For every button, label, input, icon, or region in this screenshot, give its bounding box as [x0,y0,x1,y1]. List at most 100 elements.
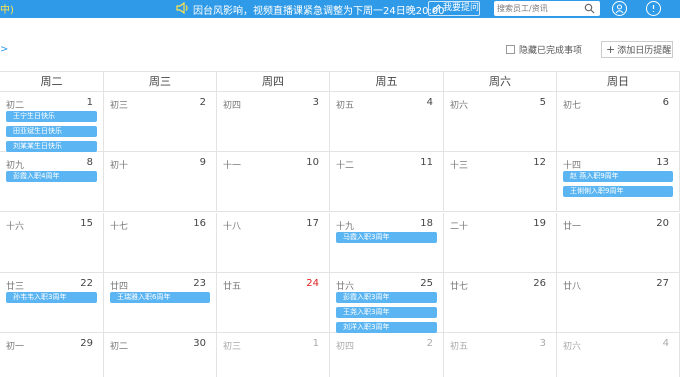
day-number: 26 [533,278,546,289]
plus-icon: + [606,43,616,56]
weekday-header-cell: 周二 [0,72,104,92]
weekday-header: 周二 周三 周四 周五 周六 周日 [0,71,680,92]
lunar-date: 初五 [450,342,469,352]
lunar-date: 初三 [223,342,242,352]
day-number: 27 [656,278,669,289]
lunar-date: 初十 [110,161,129,171]
calendar-day-cell[interactable]: 十九 18 马霞入职3周年 [330,213,444,273]
calendar-day-cell[interactable]: 初二 1 王宁生日快乐 田亚斌生日快乐 刘某某生日快乐 [0,92,104,152]
calendar-event[interactable]: 马霞入职3周年 [336,232,437,243]
calendar-day-cell[interactable]: 初四 3 [217,92,330,152]
calendar-event[interactable]: 王瑞雅入职6周年 [110,292,210,303]
day-number: 15 [80,218,93,229]
day-number: 6 [662,97,669,108]
day-number: 18 [420,218,433,229]
pen-icon [432,4,441,13]
calendar-week-row: 初九 8 彭霞入职4周年 初十 9 十一 10 十二 11 十三 12 十四 13 赵 燕入职9周年 王俐俐… [0,152,680,212]
search-input[interactable] [497,2,581,14]
calendar-week-row: 廿三 22 孙韦韦入职3周年 廿四 23 王瑞雅入职6周年 廿五 24 廿六 25 彭霞入职3周年王… [0,273,680,333]
lunar-date: 初五 [336,101,355,111]
day-number: 9 [199,157,206,168]
calendar-day-cell[interactable]: 初七 6 [557,92,680,152]
day-number: 8 [86,157,93,168]
calendar-event[interactable]: 彭霞入职4周年 [6,171,97,182]
search-icon[interactable] [584,3,595,14]
day-number: 10 [306,157,319,168]
day-number: 12 [533,157,546,168]
calendar-day-cell[interactable]: 廿八 27 [557,273,680,333]
calendar-event[interactable]: 孙韦韦入职3周年 [6,292,97,303]
calendar-event[interactable]: 彭霞入职3周年 [336,292,437,303]
day-number: 11 [420,157,433,168]
calendar-event[interactable]: 王宁生日快乐 [6,111,97,122]
calendar-day-cell[interactable]: 十二 11 [330,152,444,212]
expand-arrow[interactable]: > [0,44,8,55]
day-number: 30 [193,338,206,349]
calendar-day-cell[interactable]: 初二 30 [104,333,217,377]
lunar-date: 十六 [6,222,25,232]
ask-question-button[interactable]: 我要提问 [428,1,480,16]
day-number: 3 [539,338,546,349]
calendar-event[interactable]: 王俐俐入职9周年 [563,186,673,197]
add-reminder-button[interactable]: + 添加日历提醒 [601,41,673,58]
lunar-date: 廿六 [336,282,355,292]
day-number: 19 [533,218,546,229]
day-number: 16 [193,218,206,229]
calendar-event[interactable]: 赵 燕入职9周年 [563,171,673,182]
calendar-day-cell[interactable]: 初十 9 [104,152,217,212]
calendar-day-cell[interactable]: 初六 5 [444,92,557,152]
weekday-header-cell: 周日 [557,72,680,92]
weekday-header-cell: 周三 [104,72,217,92]
calendar-day-cell[interactable]: 初五 4 [330,92,444,152]
month-calendar: 周二 周三 周四 周五 周六 周日 初二 1 王宁生日快乐 田亚斌生日快乐 刘某某生日快乐 初三 2 初… [0,71,680,377]
calendar-day-cell[interactable]: 初五 3 [444,333,557,377]
speaker-icon [176,2,188,14]
lunar-date: 廿一 [563,222,582,232]
hide-completed-checkbox[interactable] [506,45,515,54]
calendar-day-cell[interactable]: 初六 4 [557,333,680,377]
calendar-day-cell[interactable]: 廿七 26 [444,273,557,333]
calendar-event[interactable]: 刘某某生日快乐 [6,141,97,152]
hide-completed-label: 隐藏已完成事项 [519,46,583,56]
calendar-day-cell[interactable]: 初三 2 [104,92,217,152]
calendar-event[interactable]: 田亚斌生日快乐 [6,126,97,137]
calendar-day-cell[interactable]: 廿四 23 王瑞雅入职6周年 [104,273,217,333]
lunar-date: 十二 [336,161,355,171]
lunar-date: 十一 [223,161,242,171]
user-icon[interactable] [612,1,627,16]
calendar-day-cell[interactable]: 廿一 20 [557,213,680,273]
calendar-day-cell[interactable]: 廿三 22 孙韦韦入职3周年 [0,273,104,333]
calendar-day-cell[interactable]: 初一 29 [0,333,104,377]
lunar-date: 廿五 [223,282,242,292]
calendar-day-cell[interactable]: 二十 19 [444,213,557,273]
calendar-day-cell[interactable]: 十四 13 赵 燕入职9周年 王俐俐入职9周年 [557,152,680,212]
calendar-day-cell[interactable]: 十一 10 [217,152,330,212]
calendar-day-cell[interactable]: 十七 16 [104,213,217,273]
lunar-date: 初九 [6,161,25,171]
day-number: 2 [199,97,206,108]
lunar-date: 初一 [6,342,25,352]
calendar-day-cell[interactable]: 初四 2 [330,333,444,377]
calendar-week-row: 初二 1 王宁生日快乐 田亚斌生日快乐 刘某某生日快乐 初三 2 初四 3 初五 4 初六 5 初七 6 [0,92,680,152]
calendar-event[interactable]: 刘洋入职3周年 [336,322,437,333]
calendar-day-cell[interactable]: 廿六 25 彭霞入职3周年 王尧入职3周年 刘洋入职3周年 [330,273,444,333]
calendar-day-cell[interactable]: 廿五 24 [217,273,330,333]
calendar-event[interactable]: 王尧入职3周年 [336,307,437,318]
lunar-date: 初四 [223,101,242,111]
help-icon[interactable] [646,1,661,16]
hide-completed-toggle[interactable]: 隐藏已完成事项 [506,43,582,56]
day-number: 1 [86,97,93,108]
search-box[interactable] [494,1,600,16]
calendar-day-cell[interactable]: 初九 8 彭霞入职4周年 [0,152,104,212]
lunar-date: 初二 [110,342,129,352]
lunar-date: 十三 [450,161,469,171]
calendar-day-cell[interactable]: 十八 17 [217,213,330,273]
lunar-date: 初三 [110,101,129,111]
calendar-day-cell[interactable]: 十六 15 [0,213,104,273]
top-left-fragment: 中) [0,5,14,16]
day-number: 17 [306,218,319,229]
day-number: 24 [306,278,319,289]
calendar-day-cell[interactable]: 初三 1 [217,333,330,377]
calendar-day-cell[interactable]: 十三 12 [444,152,557,212]
notice-text[interactable]: 因台风影响，视频直播课紧急调整为下周一24日晚20:00 [193,2,445,17]
